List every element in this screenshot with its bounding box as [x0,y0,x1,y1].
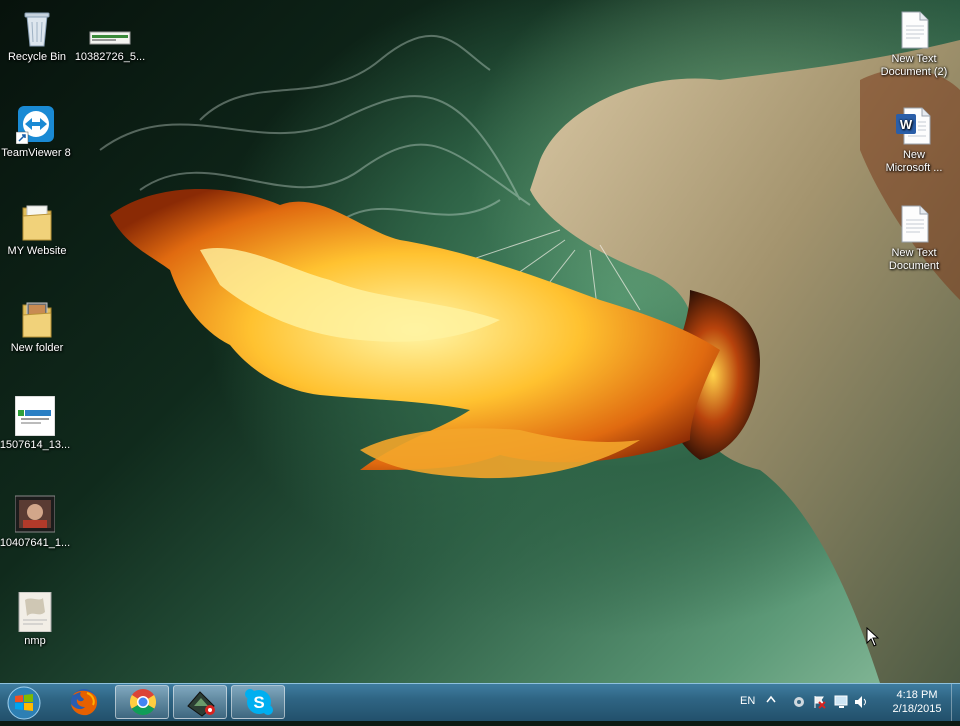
desktop-icon-image-10407641[interactable]: 10407641_1... [0,494,73,550]
desktop-icon-label: MY Website [7,245,67,257]
folder-icon [17,202,57,242]
image-file-icon [88,24,132,48]
wallpaper-artwork [99,34,960,683]
image-file-icon [14,494,56,534]
text-document-icon [894,10,934,50]
text-document-icon [894,204,934,244]
taskbar: S EN 4:18 PM 2/18/2015 [0,683,960,721]
language-indicator[interactable]: EN [740,695,755,707]
folder-icon [17,299,57,339]
desktop-icon-label: New folder [10,342,64,354]
start-button[interactable] [4,685,44,721]
clock-time: 4:18 PM [896,689,938,701]
mouse-cursor-icon [866,626,880,652]
taskbar-skype-button[interactable]: S [231,685,285,719]
svg-text:S: S [253,693,264,712]
recycle-bin-icon [17,8,57,48]
desktop-icon-recycle-bin[interactable]: Recycle Bin [0,8,75,64]
show-desktop-button[interactable] [951,684,960,721]
action-center-flag-icon[interactable] [812,695,826,712]
desktop-icon-image-1507614[interactable]: 1507614_13... [0,395,73,452]
desktop-icon-new-text-document[interactable]: New Text Document [876,204,952,273]
desktop-wallpaper [0,0,960,683]
windows-start-icon [7,686,41,720]
desktop-icon-my-website[interactable]: MY Website [0,202,75,258]
svg-text:W: W [900,117,913,132]
desktop-icon-label-line2: Document (2) [880,66,948,78]
desktop-icon-new-text-document-2[interactable]: New Text Document (2) [876,10,952,79]
clock-date: 2/18/2015 [892,703,942,715]
system-tray: EN 4:18 PM 2/18/2015 [730,684,960,721]
image-file-icon [15,591,55,633]
desktop-icon-nmp[interactable]: nmp [0,591,73,648]
image-file-icon [14,395,56,437]
desktop-icon-new-folder[interactable]: New folder [0,299,75,355]
desktop-icon-label-line1: New Text [891,53,937,65]
desktop-icon-label-line1: New [902,149,925,161]
word-document-icon: W [894,106,934,146]
desktop-icon-label: nmp [24,635,46,647]
taskbar-firefox-button[interactable] [57,685,111,719]
desktop-icon-label: Recycle Bin [7,51,67,63]
desktop-icon-label-line1: New Text [891,247,937,259]
taskbar-recorder-button[interactable] [173,685,227,719]
volume-icon[interactable] [854,695,870,712]
skype-icon: S [245,689,273,715]
desktop-icon-teamviewer[interactable]: TeamViewer 8 [0,104,74,160]
clock[interactable]: 4:18 PM 2/18/2015 [884,688,950,716]
firefox-icon [71,689,97,716]
desktop-icon-label-line2: Document [888,260,940,272]
desktop-icon-label: 1507614_13... [0,439,71,451]
chrome-icon [129,689,157,716]
desktop-icon-label-line2: Microsoft ... [885,162,943,174]
desktop-icon-new-microsoft-document[interactable]: W New Microsoft ... [876,106,952,175]
screen-recorder-icon [187,691,215,717]
show-hidden-icons-icon[interactable] [766,694,776,709]
taskbar-chrome-button[interactable] [115,685,169,719]
desktop-icon-label: 10382726_5... [74,51,146,63]
desktop-icon-label: 10407641_1... [0,537,71,549]
desktop-icon-image-10382726[interactable]: 10382726_5... [72,24,148,64]
settings-gear-icon[interactable] [792,695,806,712]
network-icon[interactable] [834,695,850,712]
teamviewer-icon [15,104,56,145]
desktop-icon-label: TeamViewer 8 [1,147,71,159]
